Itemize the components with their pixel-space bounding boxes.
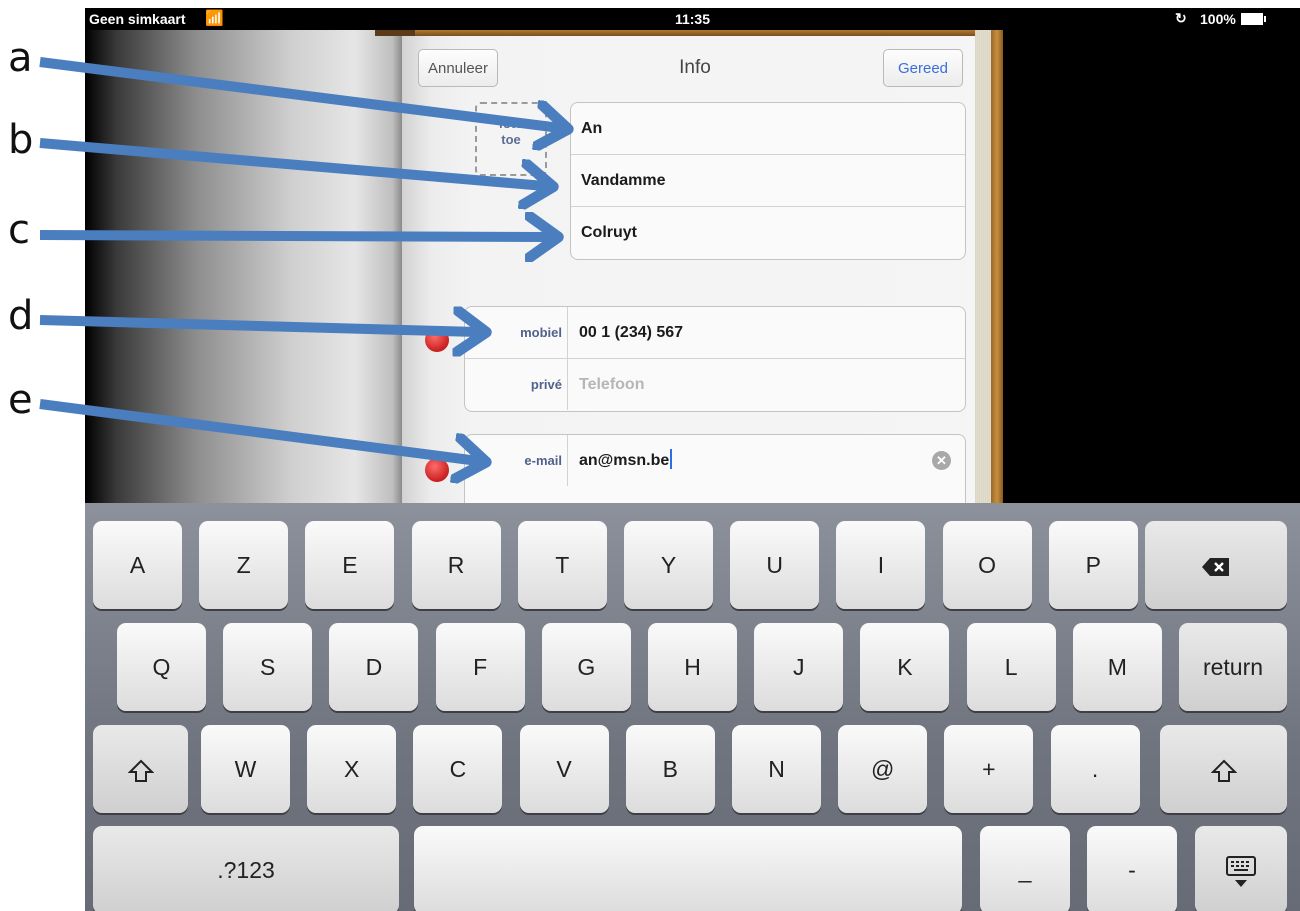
arrow-c <box>39 235 550 237</box>
annotation-c: c <box>8 207 30 253</box>
annotation-arrows <box>39 57 1300 911</box>
annotation-b: b <box>8 117 34 163</box>
annotation-a: a <box>8 35 33 81</box>
annotation-e: e <box>8 377 33 423</box>
annotation-d: d <box>8 293 34 339</box>
arrow-b <box>39 138 545 186</box>
arrow-a <box>39 57 560 128</box>
arrow-d <box>39 320 478 332</box>
arrow-e <box>39 399 478 461</box>
